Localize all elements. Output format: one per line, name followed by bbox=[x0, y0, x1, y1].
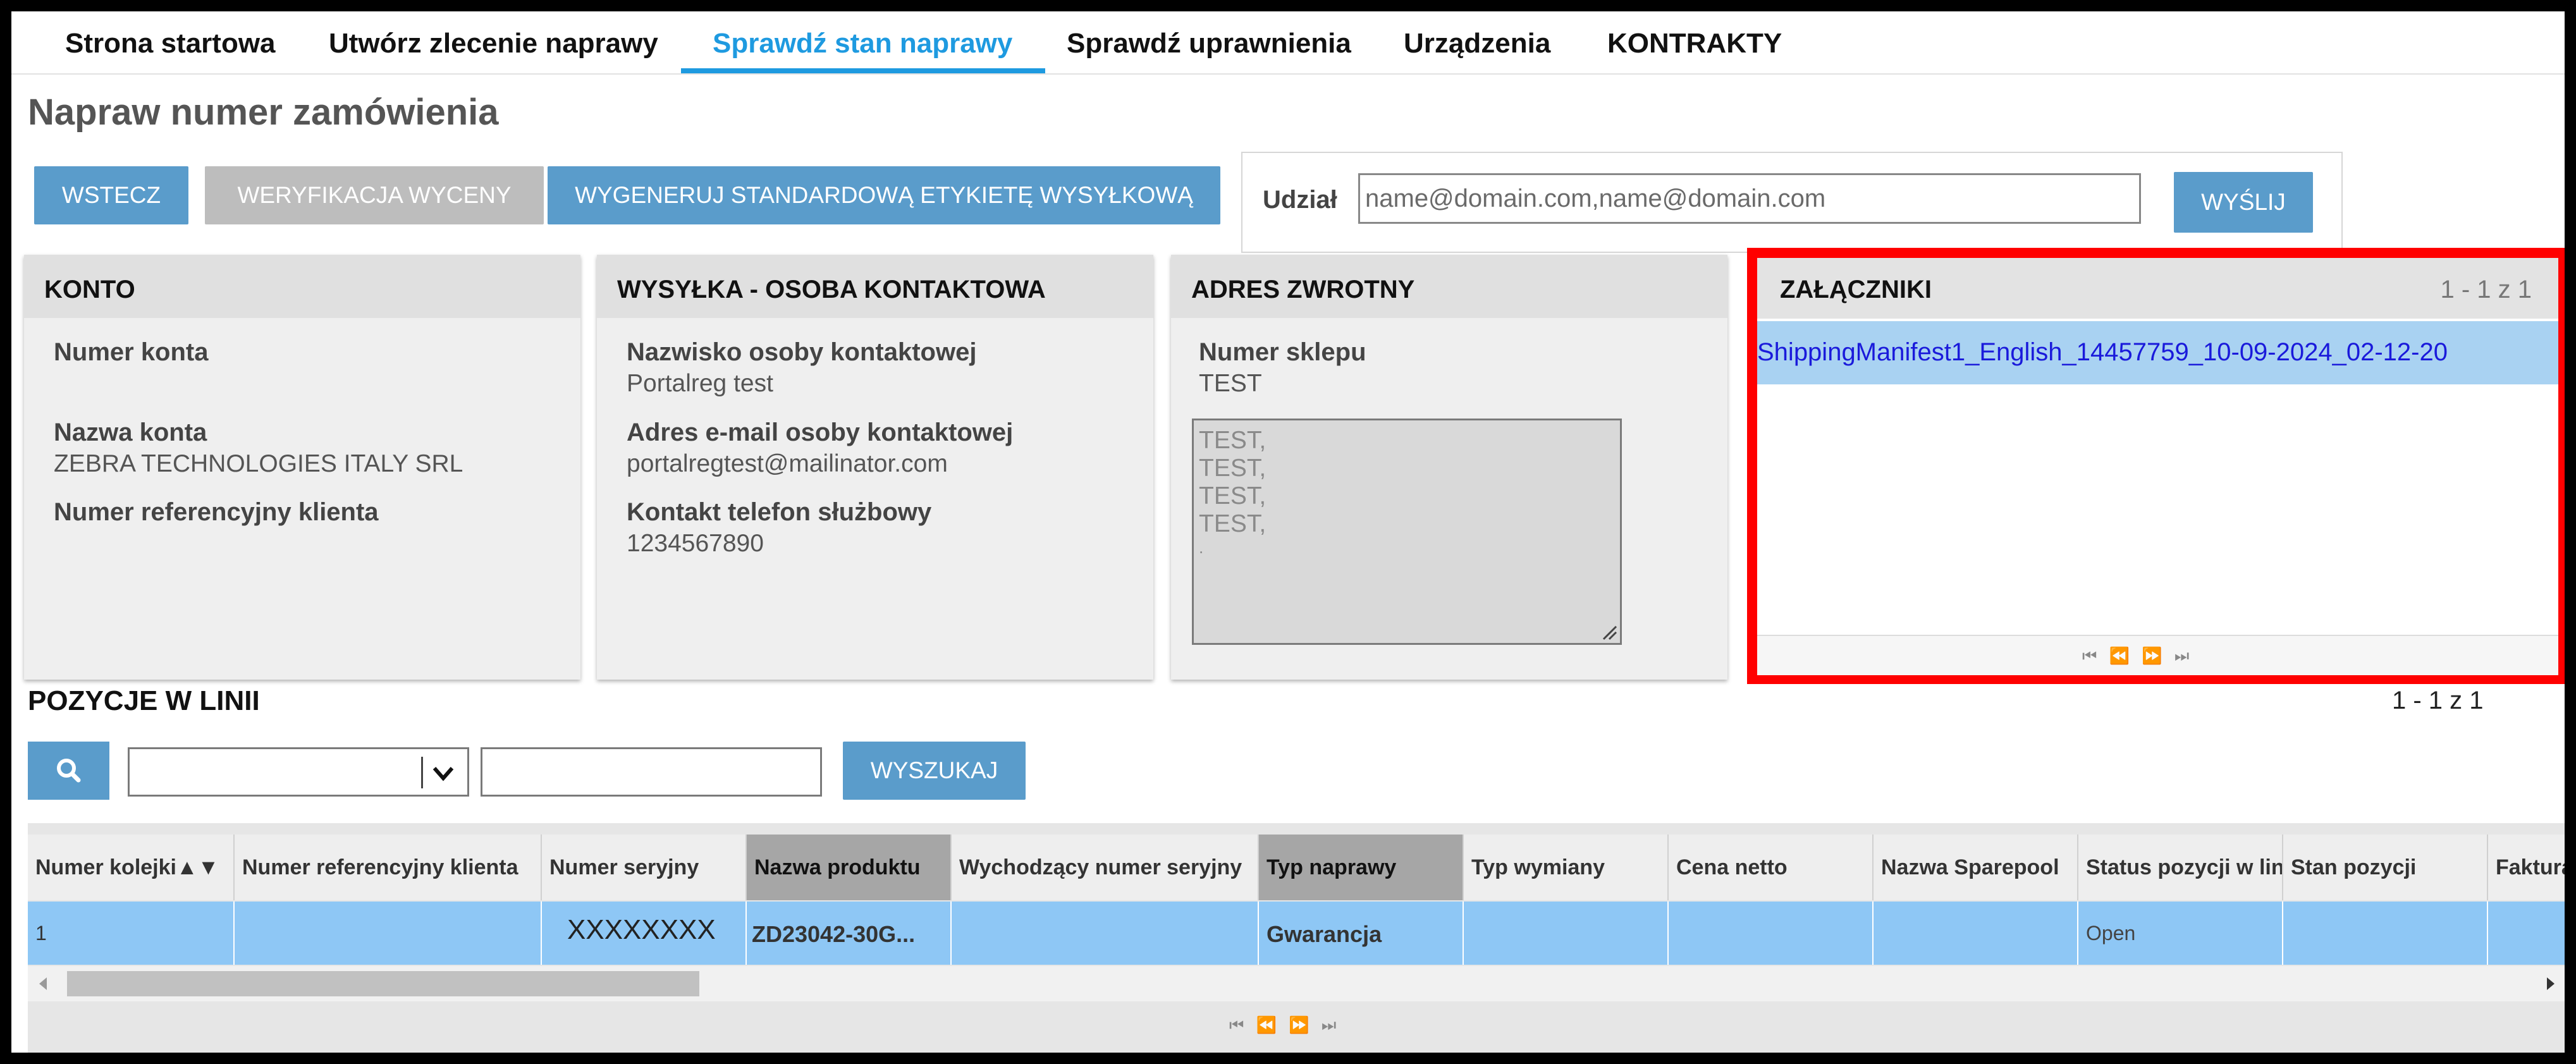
attachments-counter: 1 - 1 z 1 bbox=[2440, 276, 2532, 303]
attachment-link[interactable]: ShippingManifest1_English_14457759_10-09… bbox=[1757, 338, 2448, 367]
store-number-value: TEST bbox=[1199, 370, 1262, 397]
attachments-header: ZAŁĄCZNIKI 1 - 1 z 1 bbox=[1757, 258, 2558, 319]
grid-header: Numer kolejki▲▼ Numer referencyjny klien… bbox=[28, 835, 2565, 900]
app-frame: Strona startowa Utwórz zlecenie naprawy … bbox=[11, 11, 2565, 1053]
column-header-line-state[interactable]: Stan pozycji bbox=[2283, 835, 2488, 900]
tab-create-repair-order[interactable]: Utwórz zlecenie naprawy bbox=[329, 11, 658, 73]
line-items-title: POZYCJE W LINII bbox=[28, 685, 260, 716]
grid-pager: ⏮ ⏪ ⏩ ⏭ bbox=[28, 1001, 2565, 1052]
line-items-grid: Numer kolejki▲▼ Numer referencyjny klien… bbox=[28, 823, 2565, 1053]
account-panel-title: KONTO bbox=[44, 276, 135, 303]
search-button[interactable]: WYSZUKAJ bbox=[843, 742, 1026, 800]
share-email-input[interactable] bbox=[1358, 173, 2141, 224]
tab-devices[interactable]: Urządzenia bbox=[1404, 11, 1550, 73]
account-name-label: Nazwa konta bbox=[54, 419, 207, 446]
cell-line-status: Open bbox=[2078, 902, 2283, 965]
address-line: TEST, bbox=[1199, 455, 1267, 482]
cell-exchange-type bbox=[1464, 902, 1669, 965]
address-line: TEST, bbox=[1199, 510, 1267, 537]
customer-reference-label: Numer referencyjny klienta bbox=[54, 498, 379, 526]
grid-pager-controls[interactable]: ⏮ ⏪ ⏩ ⏭ bbox=[1229, 1015, 1340, 1036]
select-separator bbox=[421, 757, 423, 788]
cell-invoice bbox=[2488, 902, 2565, 965]
verify-quote-button[interactable]: WERYFIKACJA WYCENY bbox=[205, 166, 544, 224]
column-header-product-name[interactable]: Nazwa produktu bbox=[747, 835, 952, 900]
contact-phone-value: 1234567890 bbox=[627, 530, 764, 557]
column-header-repair-type[interactable]: Typ naprawy bbox=[1259, 835, 1464, 900]
return-address-title: ADRES ZWROTNY bbox=[1191, 276, 1415, 303]
attachments-pager: ⏮ ⏪ ⏩ ⏭ bbox=[1757, 635, 2558, 675]
line-items-counter: 1 - 1 z 1 bbox=[2392, 687, 2484, 714]
cell-customer-reference bbox=[235, 902, 542, 965]
cell-serial-number: XXXXXXXX bbox=[542, 902, 747, 965]
attachments-pager-controls[interactable]: ⏮ ⏪ ⏩ ⏭ bbox=[2082, 646, 2193, 666]
tab-contracts[interactable]: KONTRAKTY bbox=[1607, 11, 1782, 73]
column-header-outgoing-serial[interactable]: Wychodzący numer seryjny bbox=[952, 835, 1259, 900]
chevron-down-icon bbox=[432, 767, 454, 781]
shipping-contact-panel: WYSYŁKA - OSOBA KONTAKTOWA Nazwisko osob… bbox=[597, 255, 1153, 680]
cell-product-name: ZD23042-30G... bbox=[747, 902, 952, 965]
column-header-queue-number[interactable]: Numer kolejki▲▼ bbox=[28, 835, 235, 900]
tab-home[interactable]: Strona startowa bbox=[65, 11, 276, 73]
return-address-textarea[interactable]: TEST, TEST, TEST, TEST, . bbox=[1192, 419, 1622, 645]
cell-queue-number: 1 bbox=[28, 902, 235, 965]
store-number-label: Numer sklepu bbox=[1199, 338, 1366, 366]
search-text-input[interactable] bbox=[481, 747, 822, 797]
scroll-right-arrow-icon[interactable] bbox=[2544, 976, 2557, 991]
column-header-sparepool-name[interactable]: Nazwa Sparepool bbox=[1874, 835, 2078, 900]
cell-repair-type: Gwarancja bbox=[1259, 902, 1464, 965]
attachment-row[interactable]: ShippingManifest1_English_14457759_10-09… bbox=[1757, 321, 2558, 384]
back-button[interactable]: WSTECZ bbox=[34, 166, 188, 224]
column-header-exchange-type[interactable]: Typ wymiany bbox=[1464, 835, 1669, 900]
cell-outgoing-serial bbox=[952, 902, 1259, 965]
attachments-title: ZAŁĄCZNIKI bbox=[1780, 276, 1932, 303]
account-panel: KONTO Numer konta Nazwa konta ZEBRA TECH… bbox=[24, 255, 580, 680]
account-number-label: Numer konta bbox=[54, 338, 209, 366]
account-panel-header: KONTO bbox=[24, 255, 580, 318]
shipping-panel-header: WYSYŁKA - OSOBA KONTAKTOWA bbox=[597, 255, 1153, 318]
column-header-customer-reference[interactable]: Numer referencyjny klienta bbox=[235, 835, 542, 900]
scroll-left-arrow-icon[interactable] bbox=[37, 976, 49, 991]
send-button[interactable]: WYŚLIJ bbox=[2174, 172, 2313, 233]
horizontal-scrollbar[interactable] bbox=[28, 966, 2565, 1001]
contact-email-label: Adres e-mail osoby kontaktowej bbox=[627, 419, 1014, 446]
contact-email-value: portalregtest@mailinator.com bbox=[627, 450, 948, 477]
contact-phone-label: Kontakt telefon służbowy bbox=[627, 498, 932, 526]
tab-check-entitlements[interactable]: Sprawdź uprawnienia bbox=[1067, 11, 1351, 73]
page-title: Napraw numer zamówienia bbox=[28, 92, 499, 133]
address-line: TEST, bbox=[1199, 427, 1267, 454]
column-header-serial-number[interactable]: Numer seryjny bbox=[542, 835, 747, 900]
resize-handle-icon[interactable] bbox=[1601, 624, 1617, 640]
column-header-net-price[interactable]: Cena netto bbox=[1669, 835, 1874, 900]
contact-name-value: Portalreg test bbox=[627, 370, 773, 397]
address-line: TEST, bbox=[1199, 482, 1267, 510]
table-row[interactable]: 1 XXXXXXXX ZD23042-30G... Gwarancja Open bbox=[28, 902, 2565, 965]
share-label: Udział bbox=[1263, 186, 1337, 214]
search-field-select[interactable] bbox=[128, 747, 469, 797]
active-tab-indicator bbox=[681, 68, 1045, 73]
top-nav: Strona startowa Utwórz zlecenie naprawy … bbox=[11, 11, 2565, 75]
address-line: . bbox=[1199, 538, 1204, 557]
contact-name-label: Nazwisko osoby kontaktowej bbox=[627, 338, 977, 366]
shipping-panel-title: WYSYŁKA - OSOBA KONTAKTOWA bbox=[617, 276, 1046, 303]
attachments-panel: ZAŁĄCZNIKI 1 - 1 z 1 ShippingManifest1_E… bbox=[1747, 248, 2565, 684]
cell-line-state bbox=[2283, 902, 2488, 965]
cell-sparepool-name bbox=[1874, 902, 2078, 965]
scrollbar-thumb[interactable] bbox=[67, 971, 699, 996]
share-box: Udział WYŚLIJ bbox=[1241, 152, 2343, 253]
cell-net-price bbox=[1669, 902, 1874, 965]
search-icon-button[interactable] bbox=[28, 742, 109, 800]
return-address-header: ADRES ZWROTNY bbox=[1171, 255, 1727, 318]
account-name-value: ZEBRA TECHNOLOGIES ITALY SRL bbox=[54, 450, 463, 477]
generate-shipping-label-button[interactable]: WYGENERUJ STANDARDOWĄ ETYKIETĘ WYSYŁKOWĄ bbox=[548, 166, 1220, 224]
search-icon bbox=[57, 759, 81, 783]
column-header-line-status[interactable]: Status pozycji w linii bbox=[2078, 835, 2283, 900]
tab-check-repair-status[interactable]: Sprawdź stan naprawy bbox=[713, 11, 1012, 73]
column-header-invoice[interactable]: Faktura bbox=[2488, 835, 2565, 900]
